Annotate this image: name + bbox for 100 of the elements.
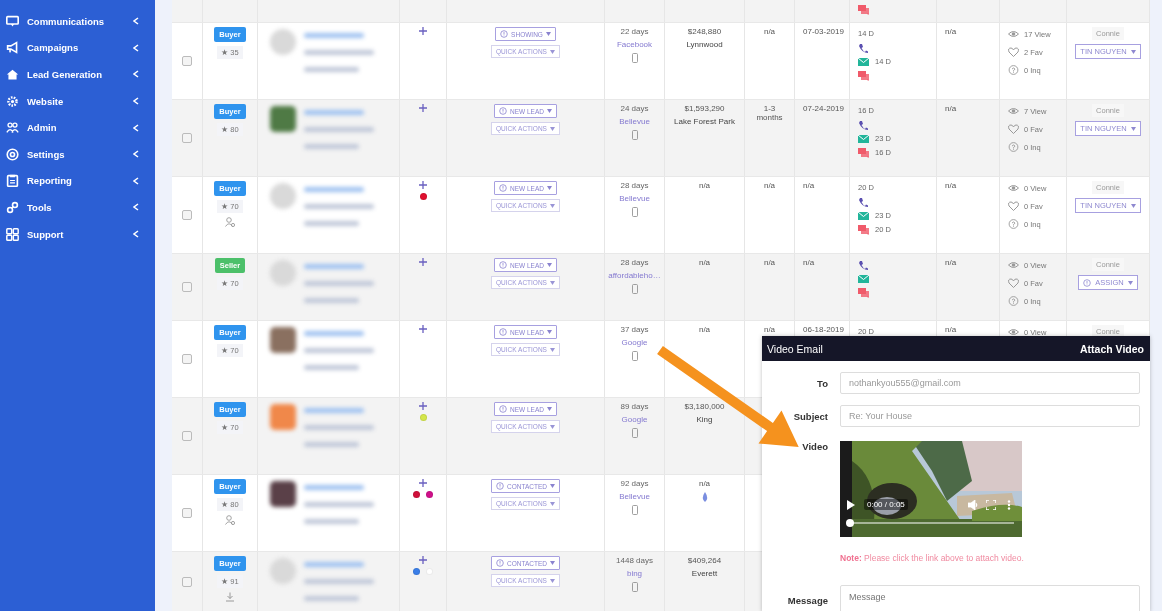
days-label: 22 days (620, 27, 649, 36)
mobile-icon (631, 130, 638, 140)
plus-icon[interactable] (419, 104, 427, 112)
checkbox[interactable] (182, 354, 192, 364)
city-label: King (696, 415, 713, 424)
price-label: n/a (698, 479, 711, 488)
plus-icon[interactable] (419, 258, 427, 266)
field-label: To (816, 377, 829, 389)
checkbox[interactable] (182, 56, 192, 66)
input-field[interactable]: nothankyou555@gmail.com (840, 372, 1140, 394)
sidebar-item[interactable]: Website (0, 87, 155, 115)
blurred-text (304, 144, 359, 149)
input-field[interactable]: Re: Your House (840, 405, 1140, 427)
days-label: 37 days (620, 325, 649, 334)
plus-icon[interactable] (419, 402, 427, 410)
chevron-icon (133, 150, 139, 159)
blurred-text (304, 425, 374, 430)
source-link[interactable]: affordableho… (608, 271, 661, 280)
message-field[interactable]: Message (840, 585, 1140, 611)
mobile-icon (631, 53, 638, 63)
video-time: 0:00 / 0:05 (864, 499, 908, 510)
timeframe-label: n/a (762, 258, 777, 267)
mobile-icon (631, 284, 638, 294)
link-icon (6, 200, 19, 214)
plus-icon[interactable] (419, 27, 427, 35)
column-value: n/a (945, 104, 957, 113)
blurred-text (304, 579, 374, 584)
sidebar-item[interactable]: Admin (0, 114, 155, 141)
source-link[interactable]: Bellevue (619, 194, 650, 203)
source-link[interactable]: Bellevue (619, 492, 650, 501)
video-player[interactable]: 0:00 / 0:05 (840, 441, 1022, 537)
blurred-text (304, 562, 364, 567)
caret-icon (546, 407, 552, 411)
question-icon (1008, 219, 1019, 229)
info-icon (499, 107, 507, 115)
source-link[interactable]: Google (621, 338, 648, 347)
attach-video-link[interactable]: Attach Video (1080, 342, 1144, 355)
info-icon (499, 184, 507, 192)
source-link[interactable]: Facebook (616, 40, 653, 49)
play-icon[interactable] (846, 499, 856, 510)
source-link[interactable]: Bellevue (619, 117, 650, 126)
chat-icon (858, 4, 869, 15)
envelope-icon (858, 133, 869, 144)
blurred-text (304, 298, 359, 303)
note-text: Note: Please click the link above to attach video. (840, 553, 1025, 563)
chevron-icon (133, 230, 139, 239)
blurred-text (304, 110, 364, 115)
blurred-text (304, 502, 374, 507)
chat-icon (858, 147, 869, 158)
sidebar-item[interactable]: Support (0, 220, 155, 248)
checkbox[interactable] (182, 576, 192, 587)
source-link[interactable]: bing (626, 569, 643, 578)
sidebar-item[interactable]: Reporting (0, 167, 155, 195)
avatar (270, 558, 296, 584)
sidebar-item[interactable]: Communications (0, 8, 155, 35)
plus-icon[interactable] (419, 181, 427, 189)
envelope-icon (858, 56, 869, 67)
city-label: Lake Forest Park (674, 117, 735, 126)
days-label: 28 days (620, 258, 649, 267)
mobile-icon (631, 428, 638, 438)
sidebar-item[interactable]: Campaigns (0, 34, 155, 62)
plus-icon[interactable] (419, 479, 427, 487)
sidebar-item[interactable]: Lead Generation (0, 61, 155, 88)
checkbox[interactable] (182, 508, 192, 518)
mobile-icon (631, 207, 638, 217)
field-label: Subject (792, 410, 829, 422)
blurred-text (304, 33, 364, 38)
caret-icon (549, 578, 555, 583)
field-label: Video (801, 441, 829, 452)
chevron-icon (133, 203, 139, 212)
caret-icon (549, 501, 555, 506)
phone-icon (858, 259, 869, 270)
caret-icon (550, 484, 555, 488)
checkbox[interactable] (182, 133, 192, 143)
sidebar-item[interactable]: Tools (0, 194, 155, 221)
lifebuoy-icon (6, 147, 19, 161)
envelope-icon (858, 273, 869, 284)
days-label: 24 days (620, 104, 649, 113)
plus-icon[interactable] (419, 325, 427, 333)
chevron-icon (133, 70, 139, 79)
plus-icon[interactable] (419, 556, 427, 564)
chevron-icon (133, 176, 139, 185)
caret-icon (1130, 126, 1136, 131)
checkbox[interactable] (182, 210, 192, 220)
chevron-icon (133, 123, 139, 132)
checkbox[interactable] (182, 282, 192, 292)
chat-icon (858, 287, 869, 298)
sidebar-item[interactable]: Settings (0, 140, 155, 168)
eye-icon (1008, 183, 1019, 193)
eye-icon (1008, 327, 1019, 337)
fullscreen-icon[interactable] (986, 499, 996, 510)
volume-icon[interactable] (968, 499, 978, 510)
progress-thumb[interactable] (846, 519, 854, 527)
people-icon (6, 121, 19, 135)
chat-icon (858, 224, 869, 235)
download-icon (225, 592, 235, 602)
blurred-text (304, 221, 359, 226)
checkbox[interactable] (182, 431, 192, 441)
caret-icon (1127, 280, 1133, 285)
source-link[interactable]: Google (621, 415, 648, 424)
